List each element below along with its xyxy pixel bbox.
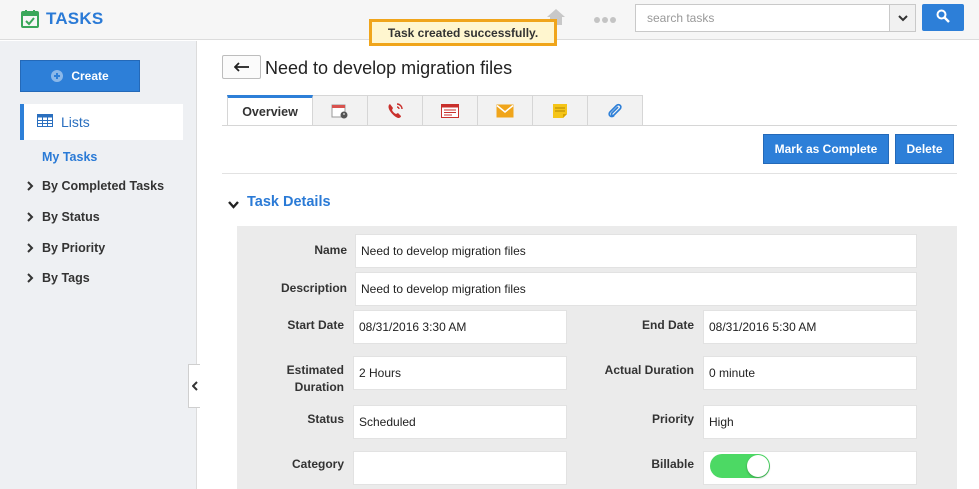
estimated-duration-value[interactable]: 2 Hours (353, 356, 567, 390)
sidebar-collapse-toggle[interactable] (188, 364, 200, 408)
priority-value[interactable]: High (703, 405, 917, 439)
chevron-right-icon (27, 243, 34, 253)
description-label: Description (280, 281, 347, 295)
attachment-icon (608, 103, 622, 117)
delete-button[interactable]: Delete (895, 134, 954, 164)
sidebar-filter-status[interactable]: By Status (25, 210, 100, 224)
actual-duration-value[interactable]: 0 minute (703, 356, 917, 390)
section-title-task-details[interactable]: Task Details (247, 194, 331, 210)
sidebar-filter-label: By Completed Tasks (42, 179, 165, 193)
section-divider (222, 173, 957, 174)
phone-icon (388, 102, 403, 118)
sidebar-item-lists[interactable]: Lists (20, 104, 183, 140)
name-label: Name (314, 243, 347, 257)
search-box (635, 4, 916, 32)
search-dropdown-toggle[interactable] (889, 5, 915, 31)
chevron-down-icon (897, 14, 908, 21)
tab-notes[interactable] (423, 95, 478, 126)
status-label: Status (307, 412, 344, 426)
tab-activities[interactable] (313, 95, 368, 126)
email-icon (496, 104, 514, 117)
start-date-value[interactable]: 08/31/2016 3:30 AM (353, 310, 567, 344)
sidebar-filter-tags[interactable]: By Tags (25, 271, 90, 285)
sidebar-item-label: Lists (61, 114, 90, 130)
actual-duration-label: Actual Duration (604, 363, 694, 377)
estimated-duration-label: Estimated Duration (247, 362, 344, 396)
app-logo[interactable]: TASKS (21, 9, 103, 29)
start-date-label: Start Date (287, 318, 344, 332)
sidebar-filter-priority[interactable]: By Priority (25, 241, 105, 255)
name-value[interactable]: Need to develop migration files (355, 234, 917, 268)
status-value[interactable]: Scheduled (353, 405, 567, 439)
create-button-label: Create (71, 69, 109, 83)
tab-overview[interactable]: Overview (227, 95, 313, 126)
tab-attachments[interactable] (588, 95, 643, 126)
back-button[interactable] (222, 55, 261, 79)
description-value[interactable]: Need to develop migration files (355, 272, 917, 306)
sidebar-filter-label: By Priority (42, 241, 106, 255)
back-arrow-icon (233, 62, 249, 72)
sticky-note-icon (553, 103, 567, 118)
task-details-panel: Name Need to develop migration files Des… (237, 226, 957, 489)
sidebar-item-my-tasks[interactable]: My Tasks (42, 150, 97, 164)
chevron-down-icon[interactable] (227, 199, 240, 209)
tab-divider (222, 125, 957, 126)
tab-calls[interactable] (368, 95, 423, 126)
chevron-left-icon (191, 381, 198, 391)
notes-icon (441, 103, 459, 118)
success-toast: Task created successfully. (369, 19, 557, 46)
sidebar-filter-label: By Tags (42, 271, 90, 285)
page-title: Need to develop migration files (265, 58, 513, 78)
priority-label: Priority (651, 412, 694, 426)
mark-as-complete-button[interactable]: Mark as Complete (763, 134, 889, 164)
category-label: Category (291, 457, 344, 471)
app-title: TASKS (46, 9, 104, 28)
tab-emails[interactable] (478, 95, 533, 126)
estimated-duration-label-line1: Estimated (286, 363, 344, 377)
billable-label: Billable (651, 457, 694, 471)
create-button[interactable]: Create (20, 60, 140, 92)
sidebar-filter-completed[interactable]: By Completed Tasks (25, 179, 164, 193)
table-list-icon (37, 114, 53, 130)
tab-sticky-notes[interactable] (533, 95, 588, 126)
sidebar: Create Lists My Tasks By Completed Tasks… (0, 41, 197, 489)
tab-bar: Overview (227, 95, 643, 126)
chevron-right-icon (27, 212, 34, 222)
search-button[interactable] (922, 4, 964, 31)
end-date-label: End Date (641, 318, 694, 332)
calendar-icon (331, 104, 348, 118)
more-dots-icon[interactable] (594, 13, 616, 23)
billable-toggle[interactable] (710, 454, 770, 478)
tasks-logo-icon (21, 10, 39, 28)
search-icon (936, 9, 950, 26)
category-value[interactable] (353, 451, 567, 485)
sidebar-filter-label: By Status (42, 210, 100, 224)
search-input[interactable] (636, 5, 890, 31)
chevron-right-icon (27, 181, 34, 191)
plus-circle-icon (51, 70, 64, 82)
toggle-knob (747, 455, 769, 477)
end-date-value[interactable]: 08/31/2016 5:30 AM (703, 310, 917, 344)
estimated-duration-label-line2: Duration (294, 380, 344, 394)
chevron-right-icon (27, 273, 34, 283)
